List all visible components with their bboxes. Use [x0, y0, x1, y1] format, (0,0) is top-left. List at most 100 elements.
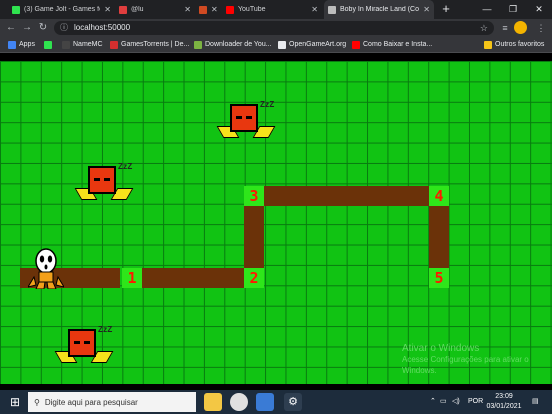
close-icon[interactable]: ✕	[184, 5, 191, 14]
bookmark-label: Apps	[19, 41, 35, 48]
tab-strip: (3) Game Jolt - Games fo... ✕ @lu ✕ ✕ Yo…	[0, 0, 552, 19]
sleeping-enemy: Z z Z	[54, 325, 116, 373]
close-icon[interactable]: ✕	[104, 5, 111, 14]
sleeping-enemy: Z z Z	[74, 162, 136, 210]
bookmarks-bar: Apps NameMC GamesTorrents | De... Downlo…	[0, 37, 552, 53]
watermark-line: Windows.	[402, 366, 437, 375]
tab-title: @lu	[131, 6, 144, 13]
game-jolt-favicon-icon	[12, 5, 20, 14]
game-top-border	[0, 53, 552, 61]
bookmark-como-baixar[interactable]: Como Baixar e Insta...	[352, 37, 432, 52]
reload-button[interactable]: ↻	[36, 20, 50, 36]
bookmark-label: OpenGameArt.org	[289, 41, 347, 48]
youtube-icon	[226, 5, 234, 14]
tab-untitled[interactable]: ✕	[195, 0, 220, 19]
close-icon[interactable]: ✕	[311, 5, 318, 14]
tab-title: Boby In Miracle Land (Co...	[340, 6, 420, 13]
tray-chevron-icon[interactable]: ⌃	[430, 390, 436, 414]
game-board[interactable]: 1 2 3 4 5 Z z Z Z z Z Z z Z Ativar o Win…	[0, 61, 552, 384]
bookmark-star-icon[interactable]: ☆	[480, 21, 488, 35]
settings-gear-icon[interactable]: ⚙	[284, 393, 302, 411]
browser-toolbar: ← → ↻ ⓘ localhost:50000 ☆ ≡ ⋮	[0, 19, 552, 37]
player-mouth	[44, 264, 48, 270]
bookmark-apps[interactable]: Apps	[8, 37, 35, 52]
address-bar[interactable]: ⓘ localhost:50000 ☆	[54, 21, 494, 35]
bookmark-namemc[interactable]: NameMC	[62, 37, 103, 52]
enemy-eye	[84, 341, 90, 344]
path-segment	[429, 206, 449, 268]
tab-game-jolt[interactable]: (3) Game Jolt - Games fo... ✕	[8, 0, 115, 19]
search-icon: ⚲	[34, 397, 40, 407]
file-explorer-icon[interactable]	[204, 393, 222, 411]
enemy-body	[68, 329, 96, 357]
bookmark-label: Outros favoritos	[495, 41, 545, 48]
path-segment	[142, 268, 244, 288]
game-jolt-icon	[44, 40, 52, 49]
level-node-1[interactable]: 1	[122, 268, 142, 288]
tab-title: (3) Game Jolt - Games fo...	[24, 6, 100, 13]
namemc-icon	[62, 40, 70, 49]
level-node-5[interactable]: 5	[429, 268, 449, 288]
close-icon[interactable]: ✕	[423, 5, 430, 14]
profile-avatar[interactable]	[514, 21, 527, 34]
sleep-zzz-icon: Z z Z	[118, 162, 132, 171]
system-clock[interactable]: 23:09 03/01/2021	[484, 392, 524, 412]
level-node-4[interactable]: 4	[429, 186, 449, 206]
chrome-icon[interactable]	[230, 393, 248, 411]
bookmark-game-jolt[interactable]	[44, 37, 52, 52]
windows-taskbar: ⊞ ⚲ Digite aqui para pesquisar ⚙ ⌃ ▭ ◁) …	[0, 390, 552, 414]
tab-title: YouTube	[238, 6, 266, 13]
back-button[interactable]: ←	[4, 20, 18, 36]
enemy-eye	[74, 341, 80, 344]
store-icon[interactable]	[256, 393, 274, 411]
youtube-icon	[352, 40, 360, 49]
notification-icon[interactable]: ▤	[532, 390, 539, 414]
watermark-line: Acesse Configurações para ativar o	[402, 355, 529, 364]
enemy-body	[230, 104, 258, 132]
apps-grid-icon	[8, 40, 16, 49]
tab-favicon-icon	[119, 5, 127, 14]
volume-icon[interactable]: ◁)	[452, 390, 460, 414]
sleep-zzz-icon: Z z Z	[260, 100, 274, 109]
bookmark-opengameart[interactable]: OpenGameArt.org	[278, 37, 346, 52]
player-body	[38, 271, 54, 283]
forward-button[interactable]: →	[20, 20, 34, 36]
folder-icon	[484, 40, 492, 49]
clock-time: 23:09	[495, 393, 513, 400]
enemy-eye	[94, 178, 100, 181]
url-text[interactable]: localhost:50000	[74, 21, 130, 35]
bookmark-gamestorrents[interactable]: GamesTorrents | De...	[110, 37, 189, 52]
taskbar-search[interactable]: ⚲ Digite aqui para pesquisar	[28, 392, 196, 412]
bookmark-label: Downloader de You...	[205, 41, 272, 48]
enemy-body	[88, 166, 116, 194]
language-indicator[interactable]: POR	[468, 390, 483, 414]
windows-start-icon[interactable]: ⊞	[8, 395, 22, 409]
tab-youtube[interactable]: YouTube ✕	[222, 0, 322, 19]
level-node-3[interactable]: 3	[244, 186, 264, 206]
enemy-eye	[236, 116, 242, 119]
network-icon[interactable]: ▭	[440, 390, 447, 414]
tab-lu[interactable]: @lu ✕	[115, 0, 195, 19]
close-window-button[interactable]: ✕	[526, 0, 552, 19]
bookmark-label: NameMC	[73, 41, 103, 48]
player-character	[28, 248, 64, 289]
minimize-button[interactable]: —	[474, 0, 500, 19]
maximize-button[interactable]: ❐	[500, 0, 526, 19]
new-tab-button[interactable]: +	[438, 1, 454, 17]
bookmark-label: Como Baixar e Insta...	[363, 41, 433, 48]
player-legs	[35, 281, 57, 289]
other-bookmarks[interactable]: Outros favoritos	[484, 37, 544, 52]
enemy-eye	[246, 116, 252, 119]
path-segment	[244, 206, 264, 268]
windows-activation-watermark: Ativar o Windows Acesse Configurações pa…	[402, 343, 529, 376]
sleep-zzz-icon: Z z Z	[98, 325, 112, 334]
bookmark-label: GamesTorrents | De...	[121, 41, 190, 48]
tab-boby-in-miracle-land[interactable]: Boby In Miracle Land (Co... ✕	[324, 0, 434, 19]
close-icon[interactable]: ✕	[211, 5, 218, 14]
info-icon[interactable]: ⓘ	[60, 22, 70, 34]
bookmark-downloader[interactable]: Downloader de You...	[194, 37, 272, 52]
level-node-2[interactable]: 2	[244, 268, 264, 288]
media-queue-icon[interactable]: ≡	[498, 21, 512, 35]
menu-icon[interactable]: ⋮	[534, 21, 548, 35]
sleeping-enemy: Z z Z	[216, 100, 278, 148]
